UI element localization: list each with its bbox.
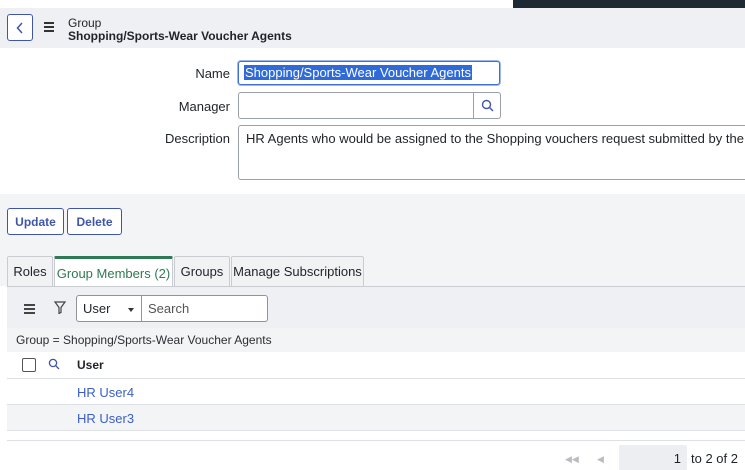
list-toolbar: User Search — [7, 286, 745, 328]
manager-label: Manager — [178, 99, 230, 114]
record-type: Group — [68, 16, 102, 30]
back-button[interactable] — [7, 14, 33, 41]
form-actions: Update Delete — [0, 194, 745, 246]
pagination: ◀◀ ◀ 1 to 2 of 2 — [7, 440, 745, 470]
page-number-input[interactable]: 1 — [619, 445, 687, 470]
table-header-row: User — [7, 352, 745, 379]
table-row: HR User4 — [7, 379, 745, 405]
previous-page-icon[interactable]: ◀ — [597, 454, 604, 465]
column-search-icon[interactable] — [48, 358, 60, 370]
update-button[interactable]: Update — [7, 208, 64, 235]
manager-field[interactable] — [238, 92, 474, 119]
description-field[interactable]: HR Agents who would be assigned to the S… — [238, 125, 745, 180]
top-bar-dark — [513, 0, 745, 8]
search-input[interactable]: Search — [141, 295, 268, 322]
filter-icon[interactable] — [54, 301, 66, 314]
table-row: HR User3 — [7, 405, 745, 431]
tab-manage-subscriptions[interactable]: Manage Subscriptions — [231, 256, 364, 286]
name-value: Shopping/Sports-Wear Voucher Agents — [244, 65, 472, 80]
tab-roles[interactable]: Roles — [7, 256, 53, 286]
list-menu-icon[interactable] — [24, 304, 35, 316]
tab-group-members[interactable]: Group Members (2) — [54, 256, 173, 287]
top-strip — [0, 0, 745, 8]
select-all-checkbox[interactable] — [22, 358, 36, 372]
manager-lookup-button[interactable] — [474, 92, 501, 119]
chevron-down-icon — [128, 308, 134, 312]
delete-button[interactable]: Delete — [67, 208, 122, 235]
tab-groups[interactable]: Groups — [174, 256, 230, 286]
record-name: Shopping/Sports-Wear Voucher Agents — [68, 29, 292, 43]
related-lists-tabs: Roles Group Members (2) Groups Manage Su… — [0, 246, 745, 287]
search-icon — [481, 99, 493, 112]
group-form: Name Shopping/Sports-Wear Voucher Agents… — [0, 48, 745, 194]
search-field-value: User — [83, 301, 111, 316]
name-field[interactable]: Shopping/Sports-Wear Voucher Agents — [238, 61, 500, 85]
chevron-left-icon — [16, 21, 23, 34]
first-page-icon[interactable]: ◀◀ — [565, 454, 579, 465]
page-range-text: to 2 of 2 — [691, 451, 738, 466]
name-label: Name — [195, 66, 230, 81]
column-header-user[interactable]: User — [77, 358, 104, 372]
user-link[interactable]: HR User3 — [77, 411, 134, 426]
members-table: User HR User4 HR User3 — [7, 352, 745, 431]
record-header: Group Shopping/Sports-Wear Voucher Agent… — [0, 8, 745, 48]
context-menu-icon[interactable] — [44, 22, 54, 34]
search-field-select[interactable]: User — [76, 295, 142, 322]
description-label: Description — [164, 131, 230, 146]
list-breadcrumb[interactable]: Group = Shopping/Sports-Wear Voucher Age… — [7, 328, 745, 352]
user-link[interactable]: HR User4 — [77, 385, 134, 400]
